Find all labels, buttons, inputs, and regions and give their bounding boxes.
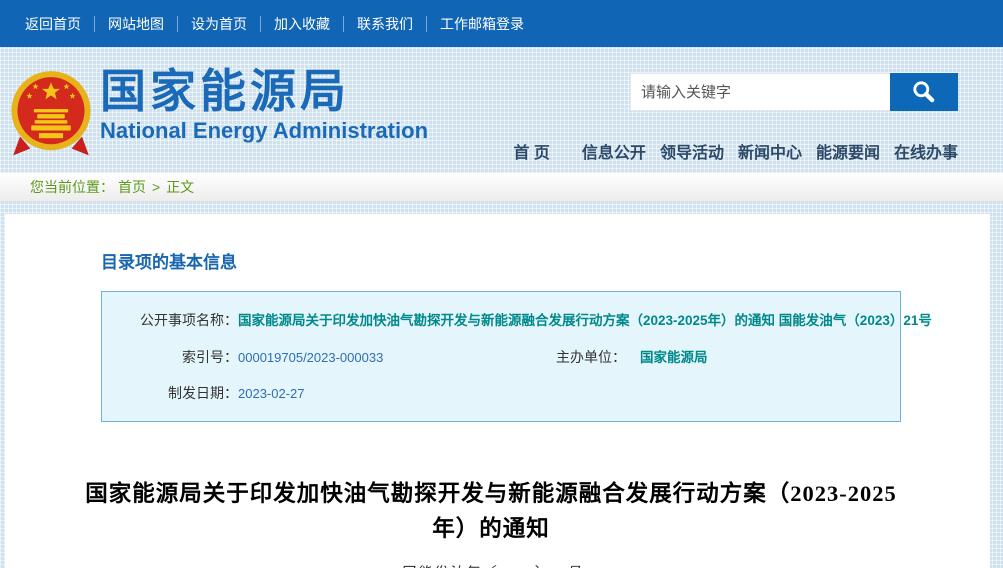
site-title-english: National Energy Administration bbox=[100, 117, 428, 145]
info-value-org: 国家能源局 bbox=[640, 346, 708, 366]
top-utility-bar: 返回首页 网站地图 设为首页 加入收藏 联系我们 工作邮箱登录 bbox=[0, 0, 1003, 47]
search-input[interactable] bbox=[630, 73, 890, 111]
info-row-index-org: 索引号： 000019705/2023-000033 主办单位： 国家能源局 bbox=[102, 338, 900, 375]
nav-item-home[interactable]: 首 页 bbox=[513, 139, 549, 163]
breadcrumb: 您当前位置： 首页 > 正文 bbox=[0, 173, 1003, 202]
topbar-link-set-homepage[interactable]: 设为首页 bbox=[178, 16, 261, 32]
info-label-name: 公开事项名称： bbox=[102, 310, 238, 330]
info-label-date: 制发日期： bbox=[102, 383, 238, 403]
info-value-index: 000019705/2023-000033 bbox=[238, 350, 383, 365]
info-pair-org: 主办单位： 国家能源局 bbox=[522, 346, 708, 367]
topbar-link-return-home[interactable]: 返回首页 bbox=[12, 16, 95, 32]
article: 国家能源局关于印发加快油气勘探开发与新能源融合发展行动方案（2023-2025年… bbox=[61, 476, 921, 568]
site-title: 国家能源局 bbox=[100, 65, 428, 117]
info-value-name[interactable]: 国家能源局关于印发加快油气勘探开发与新能源融合发展行动方案（2023-2025年… bbox=[238, 309, 932, 329]
info-row-date: 制发日期： 2023-02-27 bbox=[102, 375, 900, 411]
info-pair-index: 索引号： 000019705/2023-000033 bbox=[102, 347, 522, 367]
national-emblem-logo[interactable] bbox=[8, 69, 94, 161]
nav-item-news-center[interactable]: 新闻中心 bbox=[738, 139, 802, 163]
info-value-date: 2023-02-27 bbox=[238, 386, 305, 401]
search-button[interactable] bbox=[890, 73, 958, 111]
info-label-index: 索引号： bbox=[102, 347, 238, 367]
site-header: 国家能源局 National Energy Administration 首 页… bbox=[0, 47, 1003, 173]
article-title: 国家能源局关于印发加快油气勘探开发与新能源融合发展行动方案（2023-2025年… bbox=[81, 476, 901, 546]
article-doc-number: 国能发油气〔2023〕21号 bbox=[61, 562, 921, 568]
topbar-link-work-mail-login[interactable]: 工作邮箱登录 bbox=[427, 16, 537, 32]
search-icon bbox=[911, 79, 937, 105]
info-row-name: 公开事项名称： 国家能源局关于印发加快油气勘探开发与新能源融合发展行动方案（20… bbox=[102, 301, 900, 338]
topbar-link-contact-us[interactable]: 联系我们 bbox=[344, 16, 427, 32]
national-emblem-icon bbox=[8, 69, 94, 161]
search-bar bbox=[630, 73, 958, 111]
catalog-info-box: 公开事项名称： 国家能源局关于印发加快油气勘探开发与新能源融合发展行动方案（20… bbox=[101, 291, 901, 422]
main-nav: 首 页 信息公开 领导活动 新闻中心 能源要闻 在线办事 bbox=[499, 139, 958, 163]
topbar-link-sitemap[interactable]: 网站地图 bbox=[95, 16, 178, 32]
main-content: 目录项的基本信息 公开事项名称： 国家能源局关于印发加快油气勘探开发与新能源融合… bbox=[5, 214, 990, 568]
nav-item-leadership-activities[interactable]: 领导活动 bbox=[660, 139, 724, 163]
section-title: 目录项的基本信息 bbox=[101, 248, 990, 273]
breadcrumb-prefix: 您当前位置： bbox=[30, 177, 114, 197]
topbar-link-add-favorite[interactable]: 加入收藏 bbox=[261, 16, 344, 32]
breadcrumb-separator: > bbox=[152, 179, 160, 195]
nav-item-online-services[interactable]: 在线办事 bbox=[894, 139, 958, 163]
site-brand: 国家能源局 National Energy Administration bbox=[100, 65, 428, 145]
info-label-org: 主办单位： bbox=[522, 347, 626, 367]
breadcrumb-home-link[interactable]: 首页 bbox=[118, 177, 146, 197]
nav-item-energy-highlights[interactable]: 能源要闻 bbox=[816, 139, 880, 163]
breadcrumb-current: 正文 bbox=[166, 177, 194, 197]
nav-item-info-disclosure[interactable]: 信息公开 bbox=[582, 139, 646, 163]
